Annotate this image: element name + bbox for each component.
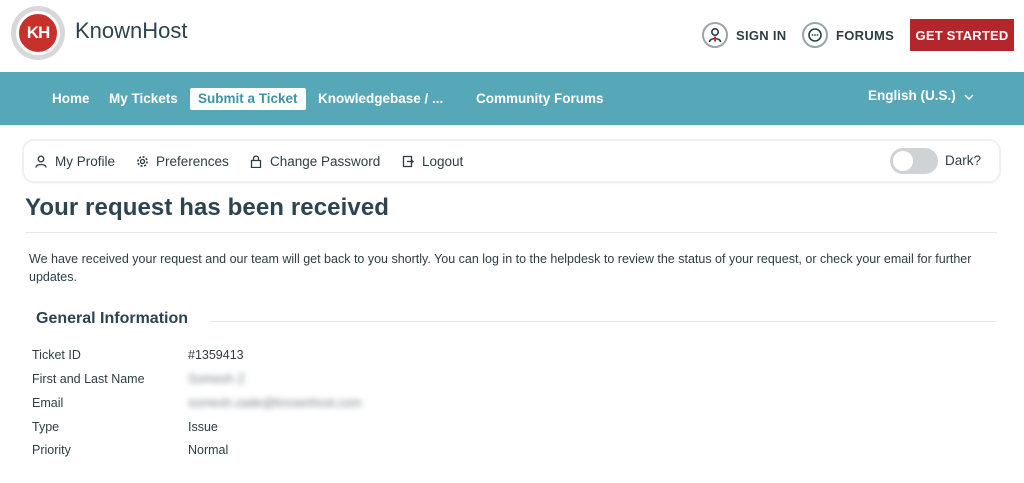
user-icon xyxy=(702,22,728,48)
brand-name[interactable]: KnownHost xyxy=(75,18,188,44)
language-label: English (U.S.) xyxy=(868,88,956,103)
type-label: Type xyxy=(32,420,60,434)
change-password-link[interactable]: Change Password xyxy=(249,152,380,170)
nav-submit-ticket[interactable]: Submit a Ticket xyxy=(190,88,306,110)
logo-mark: KH xyxy=(16,11,60,55)
knownhost-logo[interactable]: KH xyxy=(11,6,65,60)
priority-label: Priority xyxy=(32,443,71,457)
top-header: KH KnownHost SIGN IN FORUMS GET STARTED xyxy=(0,0,1024,72)
gear-icon xyxy=(135,154,149,168)
sign-in-label: SIGN IN xyxy=(736,27,787,43)
name-label: First and Last Name xyxy=(32,372,145,386)
page-title: Your request has been received xyxy=(25,194,390,221)
toggle-knob xyxy=(893,151,913,171)
logout-link[interactable]: Logout xyxy=(401,152,463,170)
logout-icon xyxy=(401,154,415,168)
email-value: somesh.zade@knownhost.com xyxy=(188,396,362,410)
divider xyxy=(25,232,997,233)
logout-label: Logout xyxy=(422,153,464,169)
priority-value: Normal xyxy=(188,443,229,457)
my-profile-link[interactable]: My Profile xyxy=(34,152,115,170)
get-started-button[interactable]: GET STARTED xyxy=(910,19,1014,51)
nav-home[interactable]: Home xyxy=(52,88,90,110)
nav-community-forums[interactable]: Community Forums xyxy=(476,88,604,110)
my-profile-label: My Profile xyxy=(55,153,116,169)
nav-my-tickets[interactable]: My Tickets xyxy=(109,88,178,110)
user-icon xyxy=(34,154,48,168)
profile-bar: My Profile Preferences Change Password L… xyxy=(24,141,999,181)
dark-mode-toggle[interactable] xyxy=(890,148,938,174)
forums-link[interactable]: FORUMS xyxy=(802,22,894,48)
lock-icon xyxy=(249,154,263,168)
main-nav: Home My Tickets Submit a Ticket Knowledg… xyxy=(0,72,1024,125)
preferences-label: Preferences xyxy=(156,153,229,169)
name-value: Somesh Z xyxy=(188,372,245,386)
preferences-link[interactable]: Preferences xyxy=(135,152,229,170)
dark-mode-label: Dark? xyxy=(945,153,982,168)
type-value: Issue xyxy=(188,420,218,434)
nav-knowledgebase[interactable]: Knowledgebase / ... xyxy=(318,88,443,110)
ticket-id-label: Ticket ID xyxy=(32,348,81,362)
confirmation-message: We have received your request and our te… xyxy=(29,252,972,284)
change-password-label: Change Password xyxy=(270,153,381,169)
email-label: Email xyxy=(32,396,64,410)
language-selector[interactable]: English (U.S.) xyxy=(868,88,974,103)
ticket-id-value: #1359413 xyxy=(188,348,244,362)
divider xyxy=(210,321,997,322)
chevron-down-icon xyxy=(964,88,974,103)
chat-bubble-icon xyxy=(802,22,828,48)
sign-in-link[interactable]: SIGN IN xyxy=(702,22,787,48)
forums-label: FORUMS xyxy=(836,27,895,43)
section-title: General Information xyxy=(36,310,189,327)
